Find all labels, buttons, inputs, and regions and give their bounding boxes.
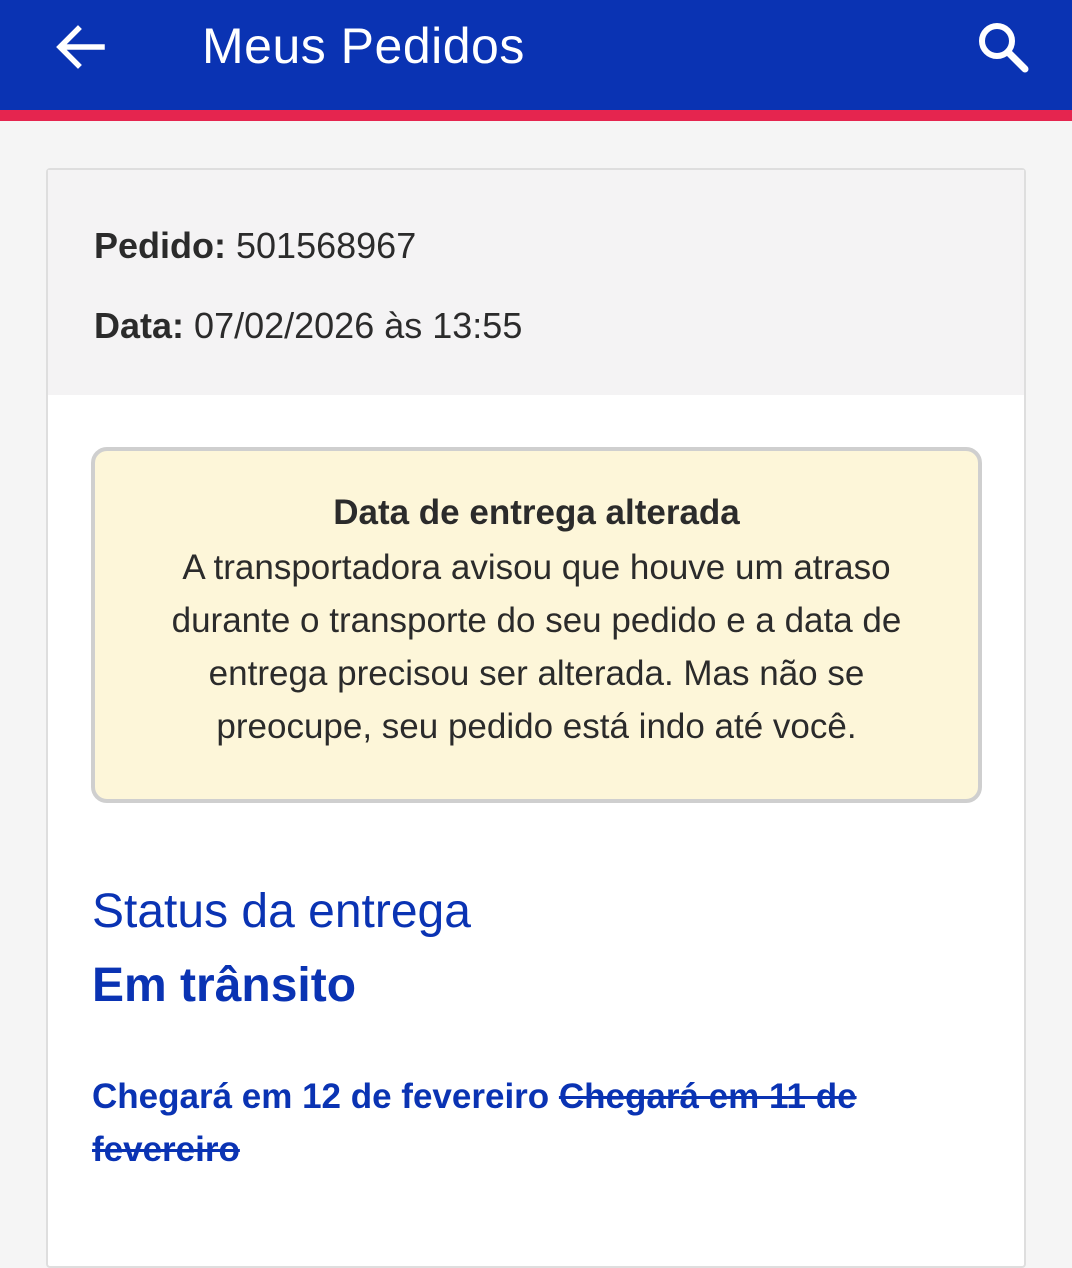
search-icon [979, 23, 1029, 73]
order-number-value: 501568967 [236, 225, 417, 266]
order-date-label: Data: [94, 305, 185, 346]
order-number-label: Pedido: [94, 225, 226, 266]
order-number: Pedido: 501568967 [94, 224, 416, 268]
order-card: Pedido: 501568967 Data: 07/02/2026 às 13… [46, 168, 1026, 1268]
page-title: Meus Pedidos [202, 18, 525, 74]
notice-title: Data de entrega alterada [333, 493, 740, 532]
appbar-accent-stripe [0, 110, 1072, 121]
back-button[interactable] [48, 15, 112, 79]
delivery-status-value: Em trânsito [92, 959, 357, 1012]
arrival-estimate: Chegará em 12 de fevereiro Chegará em 11… [92, 1070, 972, 1176]
delivery-status-label: Status da entrega [92, 885, 471, 938]
delivery-date-changed-notice: Data de entrega alterada A transportador… [91, 447, 982, 803]
new-arrival-date: Chegará em 12 de fevereiro [92, 1077, 550, 1116]
order-date: Data: 07/02/2026 às 13:55 [94, 304, 522, 348]
order-info-header: Pedido: 501568967 Data: 07/02/2026 às 13… [48, 170, 1024, 395]
arrow-left-icon [56, 25, 105, 69]
notice-text: A transportadora avisou que houve um atr… [171, 548, 902, 746]
search-button[interactable] [970, 14, 1036, 80]
app-bar: Meus Pedidos [0, 0, 1072, 110]
order-date-value: 07/02/2026 às 13:55 [194, 305, 523, 346]
